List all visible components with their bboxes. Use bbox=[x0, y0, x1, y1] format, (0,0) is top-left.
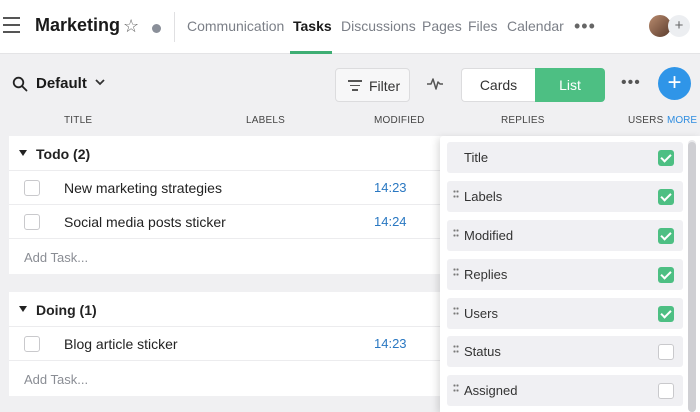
filter-button[interactable]: Filter bbox=[335, 68, 410, 102]
column-option-label: Modified bbox=[464, 228, 514, 243]
filter-label: Filter bbox=[369, 78, 401, 94]
drag-handle-icon[interactable] bbox=[453, 268, 459, 281]
column-option-label: Users bbox=[464, 306, 498, 321]
column-checkbox[interactable] bbox=[658, 306, 674, 322]
column-header-users[interactable]: USERS bbox=[628, 115, 663, 126]
collapse-triangle-icon[interactable] bbox=[19, 306, 27, 312]
column-header-title[interactable]: TITLE bbox=[64, 115, 92, 126]
tab-calendar[interactable]: Calendar bbox=[507, 18, 564, 34]
tab-files[interactable]: Files bbox=[468, 18, 498, 34]
column-picker-panel: Title Labels Modified Replies Users Stat… bbox=[440, 136, 700, 412]
more-options-icon[interactable]: ••• bbox=[621, 74, 641, 92]
cards-view-button[interactable]: Cards bbox=[461, 68, 535, 102]
task-title[interactable]: Blog article sticker bbox=[64, 336, 178, 352]
star-icon[interactable]: ☆ bbox=[123, 16, 139, 36]
add-task-input[interactable]: Add Task... bbox=[24, 372, 88, 387]
active-tab-indicator bbox=[290, 51, 332, 54]
tab-discussions[interactable]: Discussions bbox=[341, 18, 416, 34]
column-option-label: Status bbox=[464, 344, 501, 359]
divider bbox=[174, 12, 175, 42]
add-member-button[interactable]: + bbox=[668, 15, 690, 37]
column-option-replies[interactable]: Replies bbox=[447, 259, 683, 290]
group-title: Doing (1) bbox=[36, 302, 97, 318]
view-selector[interactable]: Default bbox=[36, 75, 87, 92]
task-modified: 14:23 bbox=[374, 180, 407, 195]
tab-communication[interactable]: Communication bbox=[187, 18, 284, 34]
column-checkbox[interactable] bbox=[658, 150, 674, 166]
task-modified: 14:23 bbox=[374, 336, 407, 351]
drag-handle-icon[interactable] bbox=[453, 307, 459, 320]
column-option-label: Replies bbox=[464, 267, 508, 282]
more-columns-link[interactable]: MORE bbox=[667, 115, 697, 126]
task-row[interactable]: New marketing strategies 14:23 bbox=[9, 171, 449, 205]
drag-handle-icon[interactable] bbox=[453, 345, 459, 358]
column-checkbox[interactable] bbox=[658, 189, 674, 205]
top-bar: Marketing ☆ Communication Tasks Discussi… bbox=[0, 0, 700, 54]
chevron-down-icon[interactable] bbox=[94, 76, 106, 88]
tab-pages[interactable]: Pages bbox=[422, 18, 462, 34]
scrollbar-thumb[interactable] bbox=[688, 142, 696, 412]
search-icon[interactable] bbox=[12, 76, 28, 92]
column-option-title[interactable]: Title bbox=[447, 142, 683, 173]
task-checkbox[interactable] bbox=[24, 214, 40, 230]
activity-icon[interactable] bbox=[426, 76, 444, 92]
column-checkbox[interactable] bbox=[658, 228, 674, 244]
column-option-label: Assigned bbox=[464, 383, 518, 398]
column-header-modified[interactable]: MODIFIED bbox=[374, 115, 425, 126]
task-title[interactable]: New marketing strategies bbox=[64, 180, 222, 196]
task-checkbox[interactable] bbox=[24, 336, 40, 352]
drag-handle-icon[interactable] bbox=[453, 384, 459, 397]
add-task-row[interactable]: Add Task... bbox=[9, 239, 449, 274]
column-option-label: Labels bbox=[464, 189, 503, 204]
group-header: Doing (1) bbox=[9, 292, 449, 327]
column-option-status[interactable]: Status bbox=[447, 336, 683, 367]
hamburger-menu-icon[interactable] bbox=[3, 17, 21, 35]
task-group-doing: Doing (1) Blog article sticker 14:23 Add… bbox=[9, 292, 449, 396]
scrollbar[interactable] bbox=[688, 140, 696, 412]
status-dot-icon bbox=[152, 24, 161, 33]
column-option-label: Title bbox=[464, 150, 489, 165]
column-option-modified[interactable]: Modified bbox=[447, 220, 683, 251]
column-option-users[interactable]: Users bbox=[447, 298, 683, 329]
column-checkbox[interactable] bbox=[658, 383, 674, 399]
workspace-title: Marketing bbox=[35, 15, 121, 35]
task-group-todo: Todo (2) New marketing strategies 14:23 … bbox=[9, 136, 449, 274]
filter-icon bbox=[348, 80, 362, 92]
task-checkbox[interactable] bbox=[24, 180, 40, 196]
add-task-row[interactable]: Add Task... bbox=[9, 361, 449, 396]
task-title[interactable]: Social media posts sticker bbox=[64, 214, 226, 230]
group-title: Todo (2) bbox=[36, 146, 91, 162]
task-row[interactable]: Social media posts sticker 14:24 bbox=[9, 205, 449, 239]
tab-tasks[interactable]: Tasks bbox=[293, 18, 332, 34]
drag-handle-icon[interactable] bbox=[453, 190, 459, 203]
column-checkbox[interactable] bbox=[658, 344, 674, 360]
column-option-assigned[interactable]: Assigned bbox=[447, 375, 683, 406]
add-task-button[interactable]: + bbox=[658, 67, 691, 100]
list-view-button[interactable]: List bbox=[535, 68, 605, 102]
column-option-labels[interactable]: Labels bbox=[447, 181, 683, 212]
column-header-labels[interactable]: LABELS bbox=[246, 115, 285, 126]
task-modified: 14:24 bbox=[374, 214, 407, 229]
column-header-replies[interactable]: REPLIES bbox=[501, 115, 545, 126]
more-tabs-icon[interactable]: ••• bbox=[574, 16, 596, 37]
collapse-triangle-icon[interactable] bbox=[19, 150, 27, 156]
column-checkbox[interactable] bbox=[658, 267, 674, 283]
group-header: Todo (2) bbox=[9, 136, 449, 171]
add-task-input[interactable]: Add Task... bbox=[24, 250, 88, 265]
task-row[interactable]: Blog article sticker 14:23 bbox=[9, 327, 449, 361]
drag-handle-icon[interactable] bbox=[453, 229, 459, 242]
